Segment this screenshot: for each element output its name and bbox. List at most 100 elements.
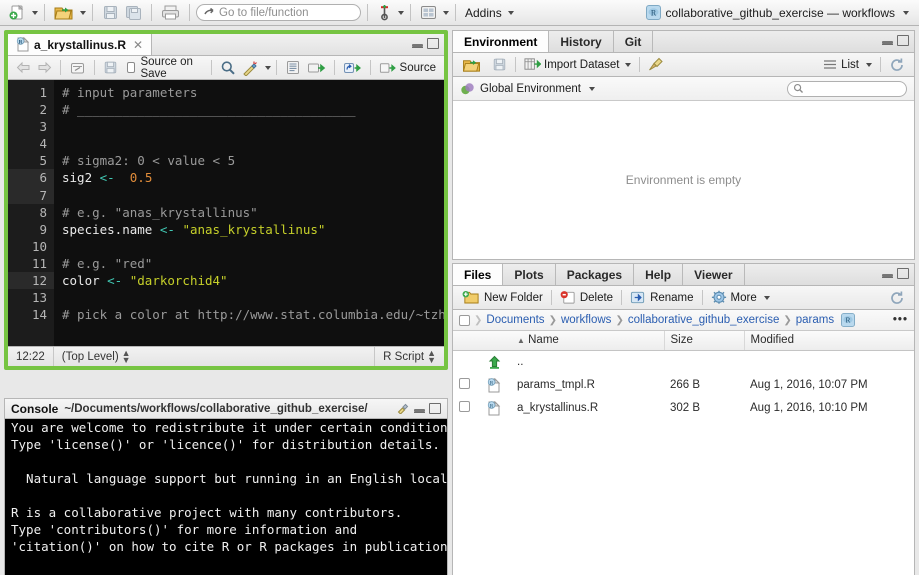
environment-scope-caret[interactable]	[589, 86, 595, 91]
code-line[interactable]: # pick a color at http://www.stat.columb…	[54, 306, 444, 323]
clear-console-icon[interactable]	[397, 403, 410, 414]
minimize-console-icon[interactable]	[414, 405, 425, 413]
environment-scope-label[interactable]: Global Environment	[480, 83, 581, 95]
list-view-button[interactable]: List	[820, 55, 875, 75]
minimize-environment-icon[interactable]	[882, 37, 893, 45]
source-on-save-checkbox[interactable]: Source on Save	[121, 56, 207, 80]
code-line[interactable]	[54, 238, 444, 255]
breadcrumb-collaborative-github-exercise[interactable]: collaborative_github_exercise	[628, 314, 780, 326]
minimize-files-icon[interactable]	[882, 270, 893, 278]
goto-file-function-input[interactable]: Go to file/function	[196, 4, 361, 21]
print-button[interactable]	[158, 3, 183, 23]
new-folder-button[interactable]: New Folder	[459, 288, 546, 308]
code-text[interactable]: # input parameters # ____________________…	[54, 80, 444, 346]
files-col-modified[interactable]: Modified	[744, 331, 914, 351]
minimize-pane-icon[interactable]	[412, 40, 423, 48]
code-tools-caret[interactable]	[265, 65, 272, 70]
source-button[interactable]: Source	[376, 58, 439, 78]
code-line[interactable]	[54, 187, 444, 204]
import-dataset-button[interactable]: Import Dataset	[521, 55, 634, 75]
list-view-caret	[866, 62, 872, 67]
refresh-environment-icon[interactable]	[886, 55, 908, 75]
code-line[interactable]: # sigma2: 0 < value < 5	[54, 152, 444, 169]
code-line[interactable]	[54, 118, 444, 135]
code-line[interactable]: # input parameters	[54, 84, 444, 101]
code-line[interactable]: color <- "darkorchid4"	[54, 272, 444, 289]
tab-environment[interactable]: Environment	[453, 31, 550, 52]
console-output[interactable]: You are welcome to redistribute it under…	[5, 419, 447, 575]
save-button[interactable]	[99, 3, 122, 23]
version-control-caret[interactable]	[398, 10, 404, 15]
maximize-pane-icon[interactable]	[427, 38, 439, 49]
clear-broom-icon[interactable]	[645, 55, 668, 75]
row-checkbox[interactable]	[459, 378, 470, 389]
refresh-files-icon[interactable]	[886, 288, 908, 308]
workspace-panes-button[interactable]	[417, 3, 440, 23]
environment-search-input[interactable]	[787, 80, 907, 97]
new-file-dropdown-caret[interactable]	[32, 10, 38, 15]
compile-report-icon[interactable]	[282, 58, 304, 78]
table-row[interactable]: ..	[453, 350, 914, 374]
open-file-button[interactable]	[51, 3, 77, 23]
magnifier-icon[interactable]	[217, 58, 239, 78]
workspace-panes-caret[interactable]	[443, 10, 449, 15]
file-name[interactable]: ..	[511, 350, 664, 374]
load-workspace-icon[interactable]	[459, 55, 485, 75]
tab-history[interactable]: History	[549, 31, 614, 52]
r-project-icon[interactable]: R	[841, 313, 856, 327]
editor-tab-a-krystallinus[interactable]: R a_krystallinus.R ✕	[8, 34, 153, 55]
project-selector[interactable]: R collaborative_github_exercise — workfl…	[645, 5, 913, 20]
breadcrumb-params[interactable]: params	[796, 314, 834, 326]
code-line[interactable]: sig2 <- 0.5	[54, 169, 444, 186]
re-run-icon[interactable]	[340, 58, 365, 78]
code-scope-selector[interactable]: (Top Level) ▲ ▼	[54, 347, 139, 366]
select-all-files-checkbox[interactable]	[459, 314, 470, 326]
tab-plots[interactable]: Plots	[503, 264, 556, 285]
code-line[interactable]: # e.g. "red"	[54, 255, 444, 272]
addins-button[interactable]: Addins	[462, 3, 517, 23]
code-line[interactable]: # _____________________________________	[54, 101, 444, 118]
code-tools-icon[interactable]	[239, 58, 262, 78]
files-col-name[interactable]: ▲ Name	[511, 331, 665, 351]
table-row[interactable]: Rparams_tmpl.R 266 B Aug 1, 2016, 10:07 PM	[453, 374, 914, 397]
row-checkbox[interactable]	[459, 401, 470, 412]
more-button[interactable]: More	[708, 288, 773, 308]
breadcrumb-more-icon[interactable]: •••	[893, 314, 908, 326]
file-name[interactable]: a_krystallinus.R	[511, 397, 664, 420]
code-line[interactable]	[54, 135, 444, 152]
more-caret	[763, 295, 770, 300]
rename-button[interactable]: Rename	[627, 288, 696, 308]
run-icon[interactable]	[304, 58, 329, 78]
tab-viewer[interactable]: Viewer	[683, 264, 745, 285]
close-icon[interactable]: ✕	[133, 38, 143, 52]
code-line[interactable]: # e.g. "anas_krystallinus"	[54, 204, 444, 221]
maximize-environment-icon[interactable]	[897, 35, 909, 46]
editor-save-button[interactable]	[100, 58, 121, 78]
delete-button[interactable]: Delete	[557, 288, 616, 308]
tab-packages[interactable]: Packages	[556, 264, 635, 285]
file-type-selector[interactable]: R Script ▲ ▼	[375, 347, 444, 366]
code-line[interactable]: species.name <- "anas_krystallinus"	[54, 221, 444, 238]
new-file-button[interactable]	[6, 3, 29, 23]
forward-arrow-icon[interactable]	[34, 58, 55, 78]
breadcrumb-workflows[interactable]: workflows	[561, 314, 611, 326]
console-working-directory[interactable]: ~/Documents/workflows/collaborative_gith…	[64, 403, 367, 415]
tab-files[interactable]: Files	[453, 264, 504, 285]
files-col-size[interactable]: Size	[664, 331, 745, 351]
environment-divider-2	[639, 57, 641, 72]
tab-help[interactable]: Help	[634, 264, 684, 285]
version-control-button[interactable]	[374, 3, 395, 23]
save-workspace-icon[interactable]	[489, 55, 510, 75]
code-line[interactable]	[54, 289, 444, 306]
breadcrumb-documents[interactable]: Documents	[486, 314, 544, 326]
show-in-new-window-icon[interactable]	[66, 58, 89, 78]
open-file-dropdown-caret[interactable]	[80, 10, 86, 15]
table-row[interactable]: Ra_krystallinus.R 302 B Aug 1, 2016, 10:10…	[453, 397, 914, 420]
back-arrow-icon[interactable]	[13, 58, 34, 78]
file-name[interactable]: params_tmpl.R	[511, 374, 664, 397]
save-all-button[interactable]	[122, 3, 145, 23]
maximize-console-icon[interactable]	[429, 403, 441, 414]
code-editor[interactable]: 1 2 3 4 5 6 7 8 9 10 11 12 13 14 # input parameters # …	[8, 80, 444, 346]
maximize-files-icon[interactable]	[897, 268, 909, 279]
tab-git[interactable]: Git	[614, 31, 654, 52]
